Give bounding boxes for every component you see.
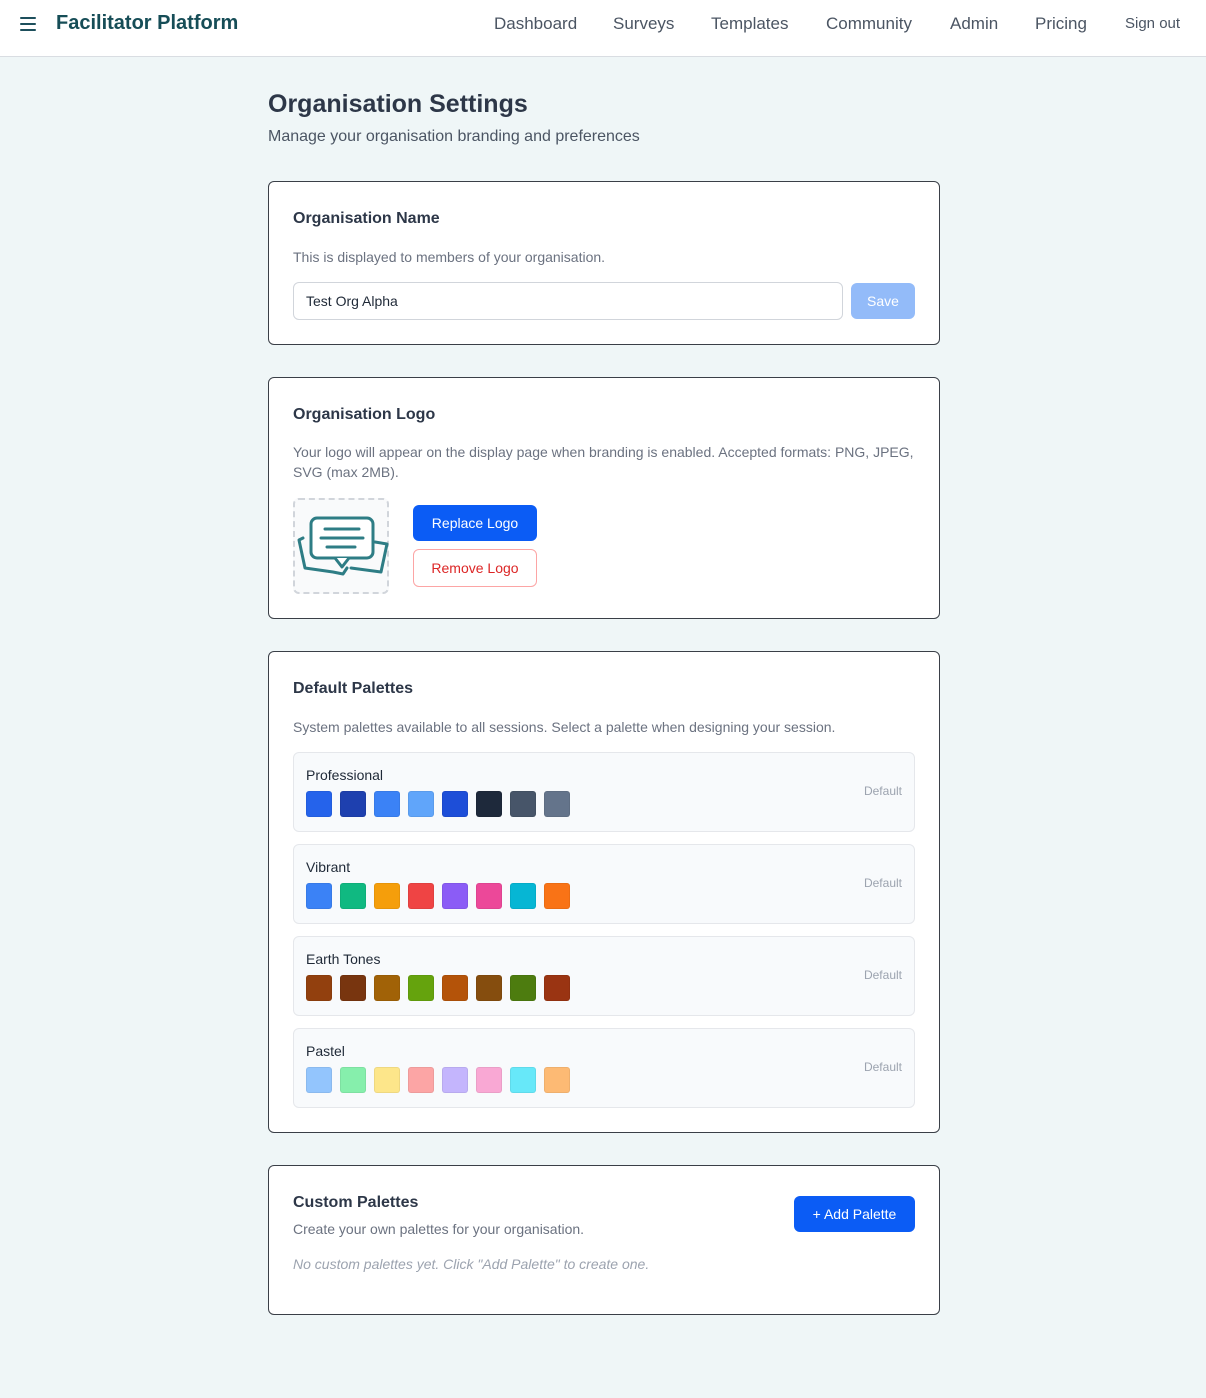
color-swatch xyxy=(306,883,332,909)
nav-pricing[interactable]: Pricing xyxy=(1035,14,1087,34)
color-swatch xyxy=(510,791,536,817)
color-swatch xyxy=(374,975,400,1001)
color-swatch xyxy=(340,883,366,909)
color-swatch xyxy=(442,1067,468,1093)
card-description: System palettes available to all session… xyxy=(293,719,836,735)
card-title: Organisation Logo xyxy=(293,406,436,423)
default-badge: Default xyxy=(863,968,902,982)
page-subtitle: Manage your organisation branding and pr… xyxy=(268,128,640,145)
palette-professional[interactable]: Professional Default xyxy=(293,752,915,832)
palette-swatches xyxy=(306,975,578,1001)
organisation-name-card: Organisation Name This is displayed to m… xyxy=(268,181,940,345)
color-swatch xyxy=(544,883,570,909)
default-palettes-card: Default Palettes System palettes availab… xyxy=(268,651,940,1133)
nav-community[interactable]: Community xyxy=(826,14,912,34)
color-swatch xyxy=(544,791,570,817)
top-navigation-bar: Facilitator Platform Dashboard Surveys T… xyxy=(0,0,1206,57)
color-swatch xyxy=(374,791,400,817)
chat-bubbles-icon xyxy=(297,516,389,576)
color-swatch xyxy=(476,1067,502,1093)
color-swatch xyxy=(442,791,468,817)
color-swatch xyxy=(510,1067,536,1093)
color-swatch xyxy=(408,1067,434,1093)
palette-earth-tones[interactable]: Earth Tones Default xyxy=(293,936,915,1016)
color-swatch xyxy=(374,1067,400,1093)
replace-logo-button[interactable]: Replace Logo xyxy=(413,505,537,541)
empty-state-message: No custom palettes yet. Click "Add Palet… xyxy=(293,1256,650,1272)
card-description: This is displayed to members of your org… xyxy=(293,249,606,265)
card-description: Your logo will appear on the display pag… xyxy=(293,444,914,480)
color-swatch xyxy=(510,975,536,1001)
nav-surveys[interactable]: Surveys xyxy=(613,14,674,34)
page-title: Organisation Settings xyxy=(268,90,528,118)
sign-out-link[interactable]: Sign out xyxy=(1125,15,1180,32)
palette-name: Professional xyxy=(306,767,384,783)
nav-admin[interactable]: Admin xyxy=(950,14,998,34)
palette-name: Vibrant xyxy=(306,859,351,875)
custom-palettes-card: Custom Palettes Create your own palettes… xyxy=(268,1165,940,1315)
color-swatch xyxy=(408,975,434,1001)
color-swatch xyxy=(408,883,434,909)
default-badge: Default xyxy=(863,784,902,798)
nav-templates[interactable]: Templates xyxy=(711,14,788,34)
color-swatch xyxy=(306,1067,332,1093)
organisation-logo-card: Organisation Logo Your logo will appear … xyxy=(268,377,940,619)
palette-swatches xyxy=(306,1067,578,1093)
color-swatch xyxy=(340,791,366,817)
color-swatch xyxy=(306,975,332,1001)
palette-swatches xyxy=(306,791,578,817)
palette-name: Pastel xyxy=(306,1043,345,1059)
color-swatch xyxy=(306,791,332,817)
color-swatch xyxy=(340,975,366,1001)
color-swatch xyxy=(408,791,434,817)
palette-pastel[interactable]: Pastel Default xyxy=(293,1028,915,1108)
default-badge: Default xyxy=(863,1060,902,1074)
palette-vibrant[interactable]: Vibrant Default xyxy=(293,844,915,924)
color-swatch xyxy=(476,791,502,817)
color-swatch xyxy=(476,883,502,909)
logo-preview xyxy=(293,498,389,594)
color-swatch xyxy=(544,1067,570,1093)
card-title: Organisation Name xyxy=(293,210,440,227)
remove-logo-button[interactable]: Remove Logo xyxy=(413,549,537,587)
brand-title[interactable]: Facilitator Platform xyxy=(56,12,238,35)
palette-swatches xyxy=(306,883,578,909)
color-swatch xyxy=(374,883,400,909)
add-palette-button[interactable]: + Add Palette xyxy=(794,1196,915,1232)
palette-name: Earth Tones xyxy=(306,951,381,967)
save-button[interactable]: Save xyxy=(851,283,915,319)
color-swatch xyxy=(510,883,536,909)
organisation-name-input[interactable] xyxy=(293,282,843,320)
card-title: Custom Palettes xyxy=(293,1194,419,1211)
color-swatch xyxy=(476,975,502,1001)
nav-dashboard[interactable]: Dashboard xyxy=(494,14,577,34)
card-title: Default Palettes xyxy=(293,680,414,697)
color-swatch xyxy=(442,883,468,909)
color-swatch xyxy=(340,1067,366,1093)
color-swatch xyxy=(544,975,570,1001)
default-badge: Default xyxy=(863,876,902,890)
color-swatch xyxy=(442,975,468,1001)
hamburger-menu-icon[interactable] xyxy=(20,17,36,31)
